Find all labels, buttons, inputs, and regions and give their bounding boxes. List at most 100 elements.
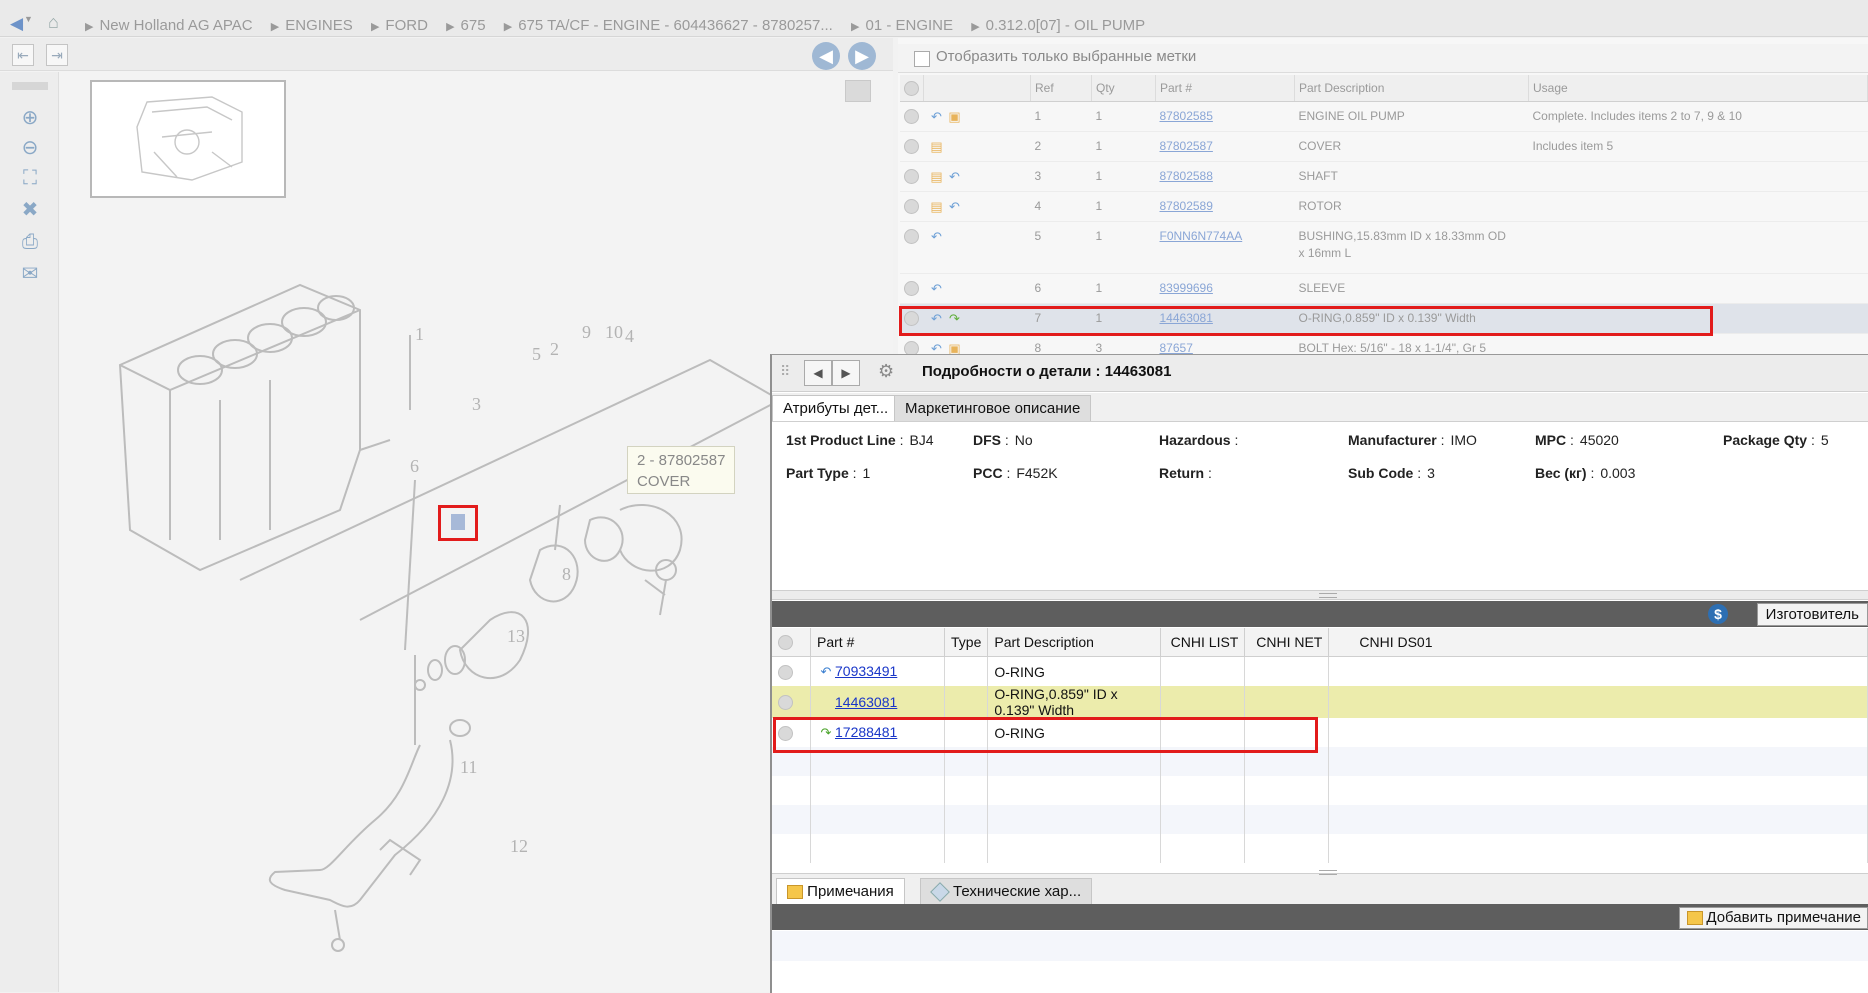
row-select-icon[interactable] [904,199,919,215]
part-number-link[interactable]: 87802589 [1160,199,1213,213]
tab-part-attributes[interactable]: Атрибуты дет... [772,395,900,421]
column-description[interactable]: Part Description [987,628,1162,657]
row-ref: 5 [1030,221,1092,274]
zoom-out-icon[interactable]: ⊖ [18,136,42,160]
column-cnhi-list[interactable]: CNHI LIST [1160,628,1246,657]
row-select-icon[interactable] [904,229,919,245]
column-ref[interactable]: Ref [1030,75,1092,102]
selected-callout-highlight[interactable] [438,505,478,541]
fit-to-screen-icon[interactable]: ⛶ [18,166,42,190]
home-icon[interactable]: ⌂ [48,12,59,33]
substitute-icon: ↶ [949,199,960,214]
row-select-icon[interactable] [778,695,793,711]
part-number-link[interactable]: 83999696 [1160,281,1213,295]
grip-handle[interactable] [12,82,48,90]
row-cnhi-ds01 [1328,718,1868,747]
row-description-line2: x 16mm L [1298,246,1352,260]
row-qty: 1 [1091,273,1156,304]
row-select-icon[interactable] [904,169,919,185]
column-cnhi-ds01[interactable]: CNHI DS01 [1328,628,1868,657]
manufacturer-button[interactable]: Изготовитель [1756,603,1868,626]
drag-handle-icon[interactable]: ⠿ [780,363,790,380]
row-ref: 1 [1030,101,1092,132]
row-usage [1528,161,1868,192]
dollar-icon[interactable]: $ [1708,604,1728,624]
callout-2: 2 [550,339,559,359]
note-icon [1687,911,1704,925]
panel-splitter[interactable] [772,590,1868,600]
callout-6: 6 [410,456,419,476]
row-cnhi-net [1244,656,1330,686]
settings-gear-icon[interactable]: ⚙ [878,361,894,382]
notes-tabs: Примечания Технические хар... [772,870,1868,905]
zoom-in-icon[interactable]: ⊕ [18,106,42,130]
table-row[interactable]: ↶ 70933491 O-RING [772,656,1868,686]
breadcrumb-item: ▶ ENGINES [270,17,353,34]
parts-table-header: Ref Qty Part # Part Description Usage [900,75,1868,102]
table-row[interactable]: ▤ ↶ 3 1 87802588 SHAFT [900,161,1868,192]
table-row[interactable]: ▤ ↶ 4 1 87802589 ROTOR [900,191,1868,222]
row-cnhi-net [1244,686,1330,718]
row-select-icon[interactable] [904,281,919,297]
back-arrow-icon[interactable]: ◀ [10,14,23,34]
clear-selection-icon[interactable]: ✖ [18,198,42,222]
part-number-link[interactable]: 87802588 [1160,169,1213,183]
row-select-icon[interactable] [904,139,919,155]
callout-13: 13 [507,626,525,646]
previous-drawing-icon[interactable]: ◀ [812,42,840,70]
table-row-current[interactable]: 14463081 O-RING,0.859" ID x 0.139" Width [772,686,1868,718]
column-qty[interactable]: Qty [1091,75,1156,102]
expand-right-icon[interactable]: ⇥ [46,44,68,66]
part-number-link[interactable]: 14463081 [835,694,897,710]
substitute-icon: ↶ [820,664,832,679]
part-number-link[interactable]: 87802585 [1160,109,1213,123]
row-usage [1528,221,1868,274]
part-number-link[interactable]: 87657 [1160,341,1193,355]
tab-technical-specs[interactable]: Технические хар... [920,878,1093,904]
tab-notes[interactable]: Примечания [776,878,905,904]
email-icon[interactable]: ✉ [18,262,42,286]
callout-2-marker [451,514,465,530]
table-row[interactable]: ↶ 5 1 F0NN6N774AA BUSHING,15.83mm ID x 1… [900,221,1868,274]
table-row[interactable]: ↶ 6 1 83999696 SLEEVE [900,273,1868,304]
part-number-link[interactable]: 70933491 [835,663,897,679]
substitute-icon: ↶ [949,169,960,184]
column-cnhi-net[interactable]: CNHI NET [1244,628,1330,657]
dropdown-icon[interactable]: ▼ [24,14,33,24]
print-icon[interactable]: ⎙ [18,230,42,254]
exploded-view-drawing[interactable]: 1 2 4 5 9 10 3 8 6 13 11 12 [60,240,880,980]
part-tooltip: 2 - 87802587 COVER [627,446,735,494]
attr-weight: Вес (кг) :0.003 [1535,465,1636,481]
tab-marketing-description[interactable]: Маркетинговое описание [894,395,1092,421]
column-part[interactable]: Part # [1155,75,1295,102]
select-all-icon[interactable] [778,635,793,651]
row-select-icon[interactable] [778,664,793,680]
column-usage[interactable]: Usage [1528,75,1868,102]
part-number-link[interactable]: 87802587 [1160,139,1213,153]
table-row[interactable]: ▤ 2 1 87802587 COVER Includes item 5 [900,131,1868,162]
show-selected-checkbox[interactable] [914,50,930,68]
next-part-icon[interactable]: ▶ [832,360,860,386]
column-part[interactable]: Part # [810,628,945,657]
drawing-thumbnail[interactable] [90,80,286,198]
drawing-settings-icon[interactable] [845,80,871,102]
part-details-header: ⠿ ◀ ▶ ⚙ Подробности о детали : 14463081 [772,355,1868,392]
next-drawing-icon[interactable]: ▶ [848,42,876,70]
expand-left-icon[interactable]: ⇤ [12,44,34,66]
column-description[interactable]: Part Description [1294,75,1529,102]
add-note-button[interactable]: Добавить примечание [1679,907,1868,929]
row-ref: 3 [1030,161,1092,192]
tooltip-ref: 2 - 87802587 [637,452,726,469]
column-type[interactable]: Type [944,628,989,657]
attr-first-product-line: 1st Product Line : BJ4 [786,432,934,448]
breadcrumb-item: ▶ 675 [446,17,486,34]
substitutes-toolbar: $ Изготовитель [772,601,1868,627]
callout-11: 11 [460,757,477,777]
row-select-icon[interactable] [904,109,919,125]
empty-row [772,834,1868,863]
row-qty: 1 [1091,221,1156,274]
table-row[interactable]: ↶ ▣ 1 1 87802585 ENGINE OIL PUMP Complete… [900,101,1868,132]
part-number-link[interactable]: F0NN6N774AA [1160,229,1243,243]
previous-part-icon[interactable]: ◀ [804,360,832,386]
select-all-icon[interactable] [904,80,919,96]
